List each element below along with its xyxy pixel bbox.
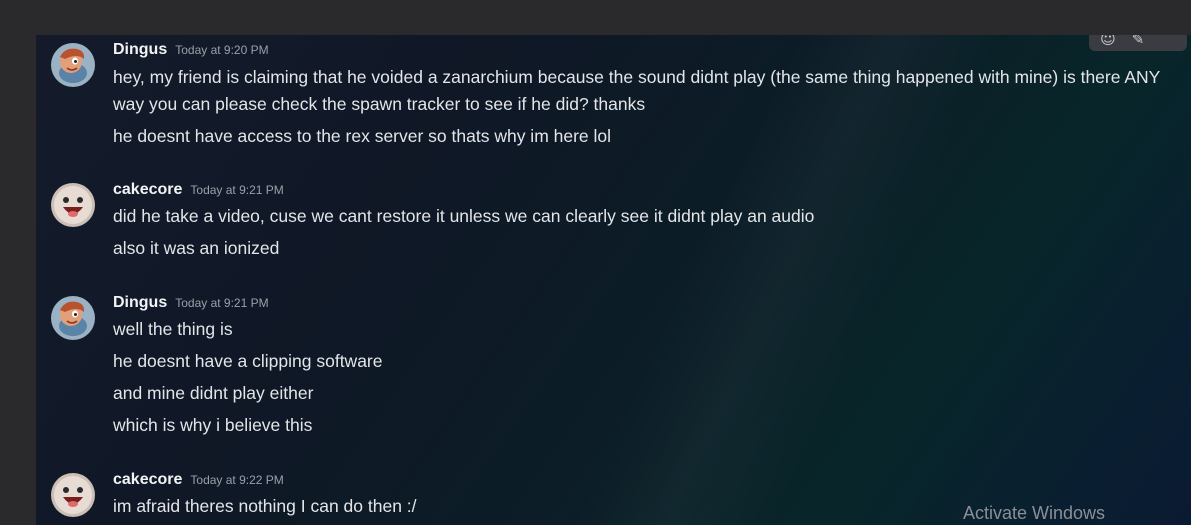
message-header: cakecore Today at 9:22 PM [113,469,284,489]
message-header: Dingus Today at 9:21 PM [113,292,269,312]
username[interactable]: Dingus [113,41,167,58]
avatar[interactable] [51,183,95,227]
smiley-face-avatar [51,473,95,517]
message-text: which is why i believe this [113,415,313,435]
window-top-bar [0,0,1191,35]
add-reaction-icon[interactable]: ☺ [1099,35,1117,48]
avatar[interactable] [51,296,95,340]
avatar[interactable] [51,43,95,87]
username[interactable]: cakecore [113,471,182,488]
message-text: and mine didnt play either [113,383,314,403]
message-text: he doesnt have access to the rex server … [113,126,612,146]
timestamp[interactable]: Today at 9:22 PM [190,473,283,487]
timestamp[interactable]: Today at 9:20 PM [175,43,268,57]
username[interactable]: Dingus [113,294,167,311]
chat-message-area[interactable]: ☺ ✎ Dingus Today at 9:20 PM hey, my frien… [36,35,1191,525]
message-text: hey, my friend is claiming that he voide… [113,67,1161,114]
message-header: Dingus Today at 9:20 PM [113,39,269,59]
message-text: well the thing is [113,319,233,339]
avatar[interactable] [51,473,95,517]
edit-icon[interactable]: ✎ [1129,35,1147,48]
smiley-face-avatar [51,183,95,227]
message-text: he doesnt have a clipping software [113,351,383,371]
message-text: did he take a video, cuse we cant restor… [113,206,815,226]
message-hover-toolbar: ☺ ✎ [1089,35,1187,51]
cartoon-face-avatar [51,296,95,340]
timestamp[interactable]: Today at 9:21 PM [190,183,283,197]
message-text: also it was an ionized [113,238,280,258]
activate-windows-watermark: Activate Windows [963,503,1106,523]
timestamp[interactable]: Today at 9:21 PM [175,296,268,310]
username[interactable]: cakecore [113,181,182,198]
message-header: cakecore Today at 9:21 PM [113,179,284,199]
cartoon-face-avatar [51,43,95,87]
